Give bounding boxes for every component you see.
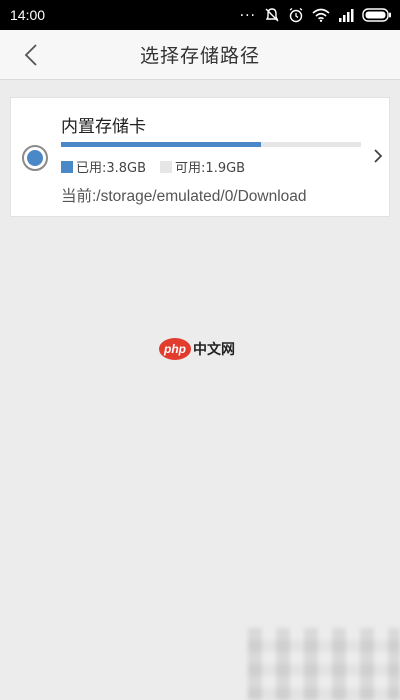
watermark-text: 中文网 [193, 342, 235, 358]
used-swatch [61, 160, 73, 173]
storage-usage-fill [61, 142, 262, 147]
storage-usage-bar [61, 142, 361, 147]
free-swatch [160, 160, 173, 173]
legend-used: 已用:3.8GB [61, 157, 146, 176]
watermark: php 中文网 [159, 338, 235, 360]
battery-icon [362, 8, 391, 22]
current-path: 当前:/storage/emulated/0/Download [61, 188, 307, 205]
status-time: 14:00 [10, 7, 46, 23]
page-title: 选择存储路径 [139, 45, 260, 67]
blurred-region [248, 628, 400, 700]
free-label: 可用:1.9GB [175, 161, 246, 176]
storage-legend: 已用:3.8GB 可用:1.9GB [61, 157, 259, 176]
storage-option-internal[interactable]: 内置存储卡 已用:3.8GB 可用:1.9GB 当前:/storage/emul… [10, 97, 390, 217]
storage-detail-button[interactable] [373, 148, 383, 168]
header-bar: 选择存储路径 [0, 30, 400, 80]
alarm-icon [289, 7, 303, 23]
back-button[interactable] [16, 41, 46, 69]
watermark-logo: php [159, 338, 191, 360]
storage-radio[interactable] [22, 145, 48, 171]
chevron-right-icon [374, 149, 383, 163]
radio-selected-dot [27, 150, 43, 166]
wifi-icon [312, 8, 330, 22]
status-bar: 14:00 ... [0, 0, 400, 30]
signal-icon [339, 9, 354, 22]
mute-icon [265, 8, 279, 22]
status-icons: ... [239, 4, 392, 23]
storage-name: 内置存储卡 [61, 117, 146, 137]
legend-free: 可用:1.9GB [160, 157, 245, 176]
more-dots: ... [239, 4, 256, 20]
chevron-left-icon [24, 44, 37, 66]
used-label: 已用:3.8GB [76, 161, 147, 176]
